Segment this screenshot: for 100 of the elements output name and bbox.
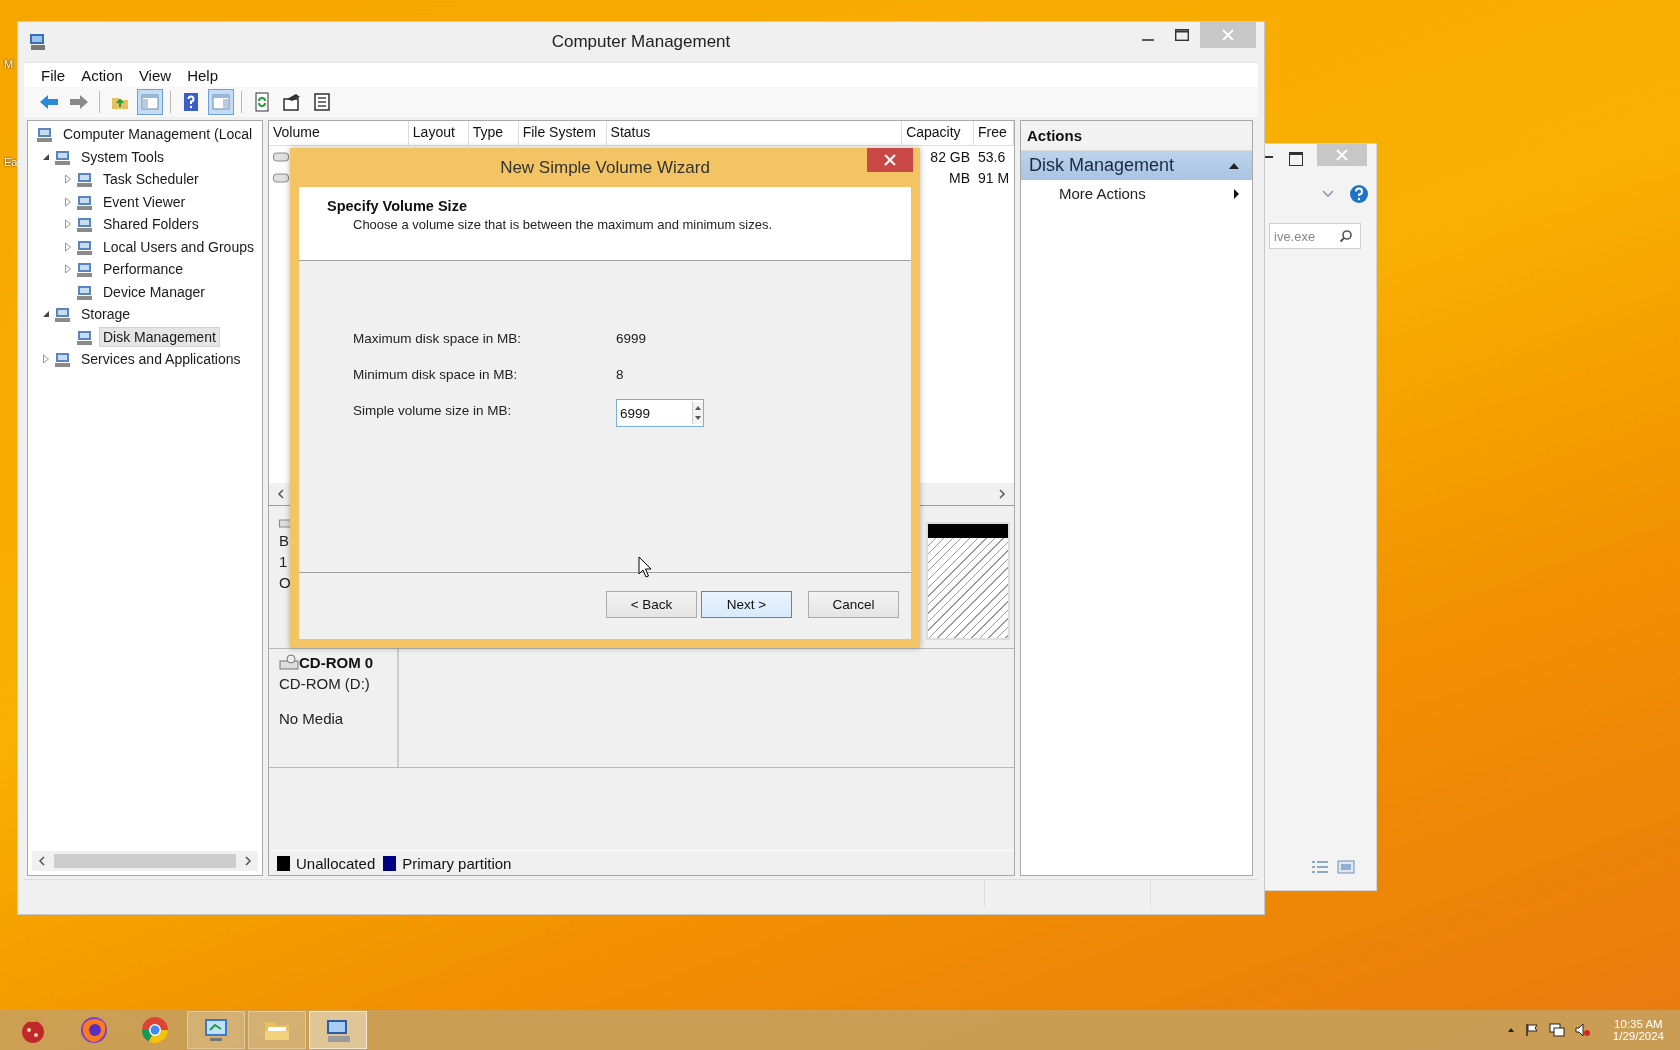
dialog-button[interactable]: < Back xyxy=(606,590,697,618)
step-description: Choose a volume size that is between the maximum and minimum sizes. xyxy=(352,217,774,232)
tree-item[interactable]: Computer Management (Local xyxy=(59,124,257,145)
drive-label: CD-ROM (D:) xyxy=(279,675,371,692)
tree-item[interactable]: Local Users and Groups xyxy=(99,236,258,257)
scrollbar[interactable] xyxy=(32,851,258,871)
field-label: Maximum disk space in MB: xyxy=(353,331,523,346)
tree-node-icon xyxy=(76,260,94,279)
column-header[interactable]: Free xyxy=(974,121,1014,145)
field-value: 6999 xyxy=(616,331,647,346)
tree-node-icon xyxy=(54,305,72,324)
panel-icon xyxy=(211,92,231,112)
column-header[interactable]: Volume xyxy=(269,121,409,145)
forward-arrow-icon xyxy=(69,92,89,112)
collapse-arrow-icon[interactable] xyxy=(1228,161,1240,170)
disk-label: 1 xyxy=(279,553,289,570)
expand-arrow-icon[interactable] xyxy=(64,196,72,207)
close-button[interactable] xyxy=(867,148,913,172)
collapse-arrow-icon[interactable] xyxy=(42,310,50,319)
muted-speaker-icon[interactable] xyxy=(1574,1023,1591,1037)
minimize-icon xyxy=(1142,39,1154,41)
dialog-button[interactable]: Cancel xyxy=(808,590,899,618)
expand-arrow-icon[interactable] xyxy=(64,174,72,185)
action-link[interactable]: More Actions xyxy=(1059,185,1146,202)
tree-node-icon xyxy=(54,350,72,369)
tree-item[interactable]: Disk Management xyxy=(99,326,220,347)
drive-icon xyxy=(273,172,289,183)
flag-icon[interactable] xyxy=(1524,1023,1539,1037)
clock-time: 10:35 AM xyxy=(1614,1018,1663,1030)
actions-section-header[interactable]: Disk Management xyxy=(1021,151,1252,180)
step-heading: Specify Volume Size xyxy=(327,198,468,214)
refresh-icon xyxy=(252,92,272,112)
column-header[interactable]: Status xyxy=(606,121,903,145)
expand-arrow-icon[interactable] xyxy=(64,241,72,252)
tree-item[interactable]: Device Manager xyxy=(99,281,209,302)
menu-item[interactable]: View xyxy=(131,66,179,84)
table-cell: 91 M xyxy=(978,169,1010,186)
back-arrow-icon xyxy=(39,92,59,112)
scroll-left-icon[interactable] xyxy=(38,856,46,866)
panel-icon xyxy=(140,92,160,112)
column-header[interactable]: Layout xyxy=(408,121,469,145)
taskbar-button[interactable] xyxy=(309,1011,367,1049)
scroll-right-icon[interactable] xyxy=(998,489,1006,499)
help-icon xyxy=(181,92,201,112)
column-header[interactable]: File System xyxy=(518,121,607,145)
maximize-icon xyxy=(1175,29,1189,41)
close-icon xyxy=(1222,29,1234,41)
media-status: No Media xyxy=(279,710,345,727)
show-hidden-icons-icon[interactable] xyxy=(1506,1027,1515,1033)
tree-item[interactable]: Task Scheduler xyxy=(99,169,203,190)
menu-item[interactable]: Help xyxy=(180,66,225,84)
details-view-icon[interactable] xyxy=(1311,860,1329,874)
disk-name: CD-ROM 0 xyxy=(299,653,374,671)
dialog-button[interactable]: Next > xyxy=(701,590,792,618)
close-icon xyxy=(884,154,896,166)
table-cell: MB xyxy=(949,169,971,186)
collapse-arrow-icon[interactable] xyxy=(42,152,50,161)
disk-label: O xyxy=(279,574,292,591)
network-icon[interactable] xyxy=(1548,1023,1565,1037)
submenu-arrow-icon xyxy=(1233,187,1240,200)
menu-item[interactable]: Action xyxy=(74,66,130,84)
fox-globe-icon xyxy=(79,1015,109,1045)
tree-item[interactable]: Services and Applications xyxy=(77,349,245,370)
tree-item[interactable]: Event Viewer xyxy=(99,191,190,212)
thumbnail-view-icon[interactable] xyxy=(1337,860,1355,874)
table-cell: 53.6 xyxy=(978,148,1006,165)
search-icon xyxy=(1339,229,1353,243)
actions-header: Actions xyxy=(1021,121,1252,151)
tree-item[interactable]: Performance xyxy=(99,259,188,280)
expand-arrow-icon[interactable] xyxy=(64,219,72,230)
clock-date: 1/29/2024 xyxy=(1612,1030,1664,1042)
menu-item[interactable]: File xyxy=(34,66,73,84)
wheel-icon xyxy=(140,1015,170,1045)
column-header[interactable]: Capacity xyxy=(902,121,975,145)
tree-item[interactable]: Storage xyxy=(77,304,135,325)
help-icon[interactable] xyxy=(1349,184,1369,204)
expand-arrow-icon[interactable] xyxy=(42,354,50,365)
dialog-title: New Simple Volume Wizard xyxy=(500,157,710,178)
size-spinner-field[interactable]: 6999 xyxy=(616,399,704,427)
maximize-button[interactable] xyxy=(1289,152,1303,166)
scroll-left-icon[interactable] xyxy=(277,489,285,499)
legend-label: Primary partition xyxy=(402,854,512,872)
tree-node-icon xyxy=(76,215,94,234)
field-label: Simple volume size in MB: xyxy=(353,403,513,418)
search-field[interactable]: ive.exe xyxy=(1269,223,1361,249)
computer-icon xyxy=(28,32,48,52)
drive-icon xyxy=(273,151,289,162)
close-icon xyxy=(1335,148,1349,162)
mouse-cursor-icon xyxy=(638,556,652,578)
tree-item[interactable]: System Tools xyxy=(77,146,168,167)
taskbar-button[interactable] xyxy=(187,1011,245,1049)
window-title: Computer Management xyxy=(551,32,731,52)
table-cell: 82 GB xyxy=(930,148,971,165)
scroll-right-icon[interactable] xyxy=(244,856,252,866)
unallocated-partition[interactable] xyxy=(928,538,1008,638)
chevron-down-icon[interactable] xyxy=(1321,189,1335,199)
tree-item[interactable]: Shared Folders xyxy=(99,214,203,235)
list-icon xyxy=(312,92,332,112)
expand-arrow-icon[interactable] xyxy=(64,264,72,275)
column-header[interactable]: Type xyxy=(468,121,519,145)
